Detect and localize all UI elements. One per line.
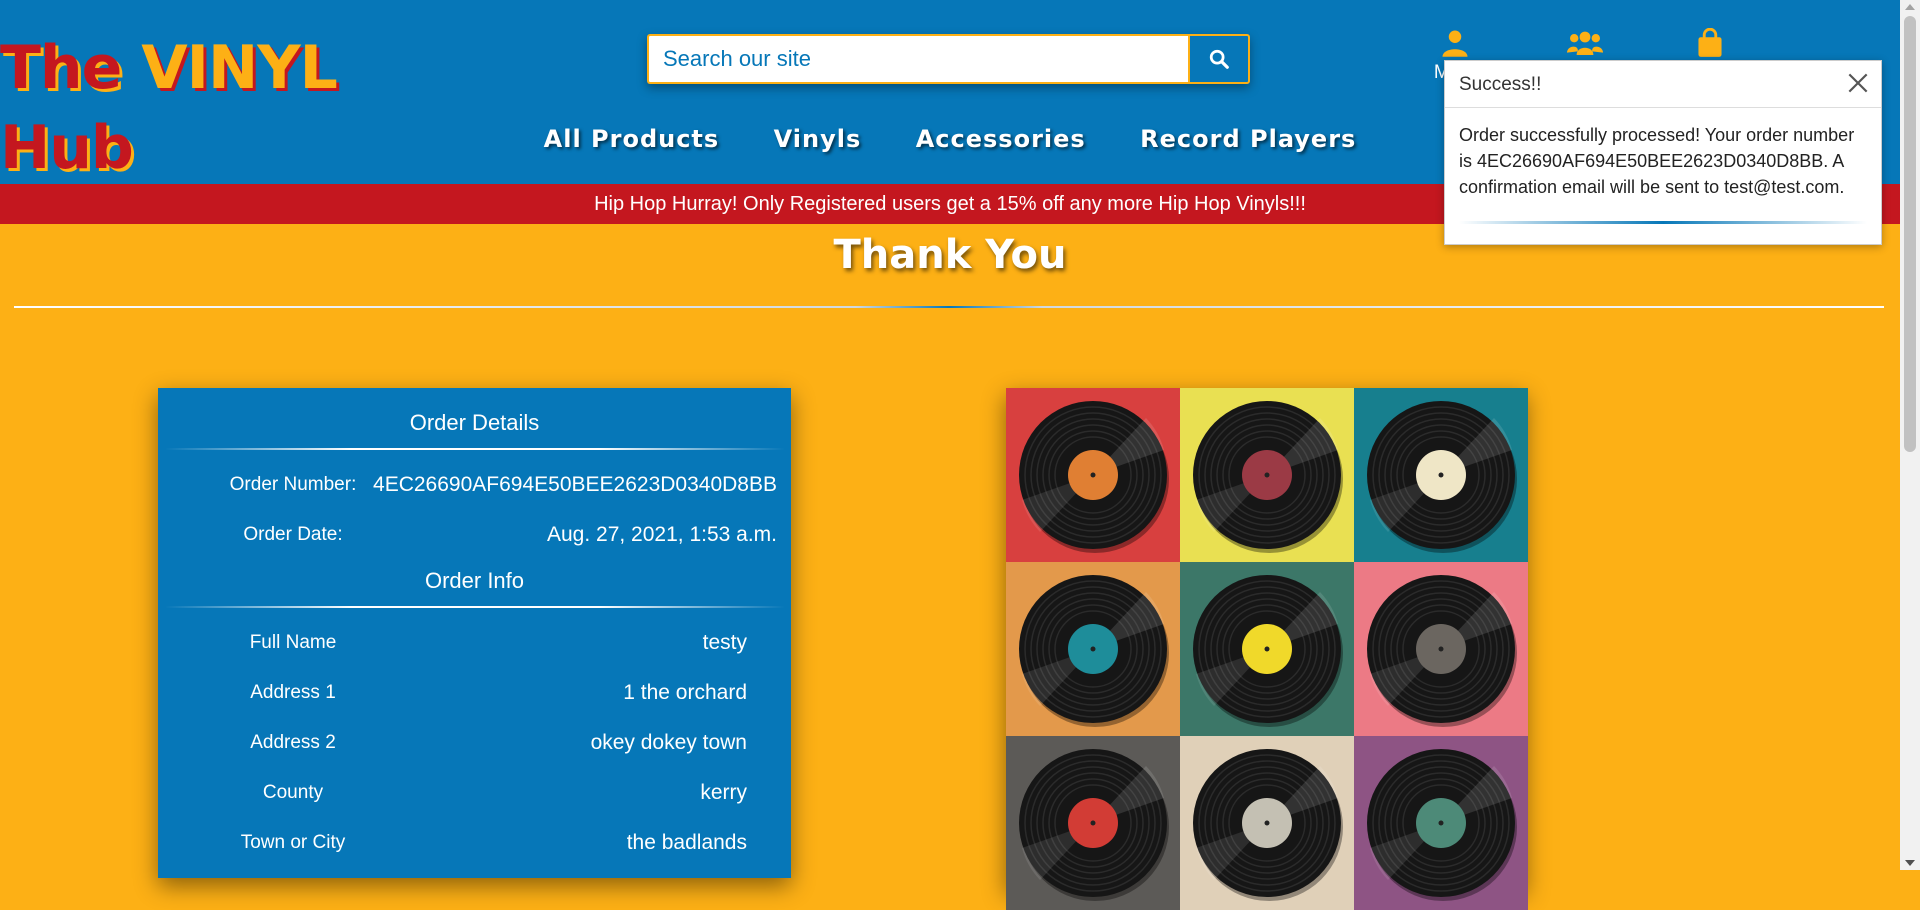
toast-message: Order successfully processed! Your order…	[1459, 125, 1855, 197]
scroll-down-arrow[interactable]	[1905, 860, 1915, 866]
row-label: County	[262, 782, 324, 803]
row-value: okey dokey town	[590, 731, 747, 754]
record-tile	[1354, 562, 1528, 736]
vinyl-record-icon	[1019, 575, 1169, 727]
vinyl-record-icon	[1367, 749, 1517, 901]
toast-header: Success!!	[1445, 61, 1881, 108]
scroll-up-arrow[interactable]	[1905, 4, 1915, 10]
full-name-row: Full Name testy	[158, 618, 791, 668]
vinyl-record-icon	[1193, 749, 1343, 901]
row-value: kerry	[700, 781, 747, 804]
users-link[interactable]	[1530, 28, 1640, 62]
row-label: Town or City	[240, 832, 346, 853]
row-value: testy	[702, 631, 747, 654]
address2-row: Address 2 okey dokey town	[158, 718, 791, 768]
row-label: Address 1	[250, 682, 336, 703]
close-icon[interactable]	[1845, 70, 1871, 96]
user-icon	[1442, 30, 1468, 57]
site-logo[interactable]: The VINYL Hub	[0, 28, 420, 183]
vinyl-record-icon	[1193, 401, 1343, 553]
order-details-panel: Order Details Order Number: 4EC26690AF69…	[158, 388, 791, 878]
search-icon	[1209, 49, 1229, 69]
row-label: Full Name	[249, 632, 337, 653]
search-bar	[647, 34, 1250, 84]
nav-all-products[interactable]: All Products	[544, 125, 720, 153]
town-row: Town or City the badlands	[158, 818, 791, 868]
search-input[interactable]	[647, 34, 1188, 84]
row-value: the badlands	[626, 831, 747, 854]
vinyl-artwork	[1006, 388, 1528, 910]
vinyl-record-icon	[1367, 575, 1517, 727]
order-number-row: Order Number: 4EC26690AF694E50BEE2623D03…	[158, 460, 791, 510]
vinyl-record-icon	[1367, 401, 1517, 553]
record-tile	[1180, 388, 1354, 562]
vinyl-record-icon	[1193, 575, 1343, 727]
nav-accessories[interactable]: Accessories	[916, 125, 1086, 153]
row-value: Aug. 27, 2021, 1:53 a.m.	[547, 523, 777, 546]
shopping-bag-icon	[1698, 28, 1722, 57]
county-row: County kerry	[158, 768, 791, 818]
order-details-heading: Order Details	[409, 410, 540, 435]
toast-title: Success!!	[1459, 74, 1542, 95]
vinyl-record-icon	[1019, 401, 1169, 553]
record-tile	[1354, 388, 1528, 562]
order-info-heading: Order Info	[424, 568, 525, 593]
page-scrollbar[interactable]	[1900, 0, 1920, 870]
address1-row: Address 1 1 the orchard	[158, 668, 791, 718]
record-tile	[1006, 388, 1180, 562]
row-value: 1 the orchard	[623, 681, 747, 704]
search-button[interactable]	[1188, 34, 1250, 84]
record-tile	[1354, 736, 1528, 910]
record-tile	[1006, 736, 1180, 910]
section-divider	[164, 448, 785, 450]
nav-vinyls[interactable]: Vinyls	[774, 125, 862, 153]
row-label: Address 2	[250, 732, 336, 753]
section-divider	[164, 606, 785, 608]
record-tile	[1180, 736, 1354, 910]
users-icon	[1567, 31, 1603, 55]
row-value: 4EC26690AF694E50BEE2623D0340D8BB	[373, 473, 777, 496]
record-tile	[1006, 562, 1180, 736]
vinyl-record-icon	[1019, 749, 1169, 901]
success-toast: Success!! Order successfully processed! …	[1444, 60, 1882, 245]
toast-divider	[1459, 221, 1867, 224]
order-date-row: Order Date: Aug. 27, 2021, 1:53 a.m.	[158, 510, 791, 560]
title-divider	[14, 306, 1884, 308]
bag-link[interactable]	[1655, 28, 1765, 62]
nav-record-players[interactable]: Record Players	[1140, 125, 1356, 153]
row-label: Order Date:	[243, 524, 343, 545]
scroll-thumb[interactable]	[1904, 16, 1916, 452]
record-tile	[1180, 562, 1354, 736]
